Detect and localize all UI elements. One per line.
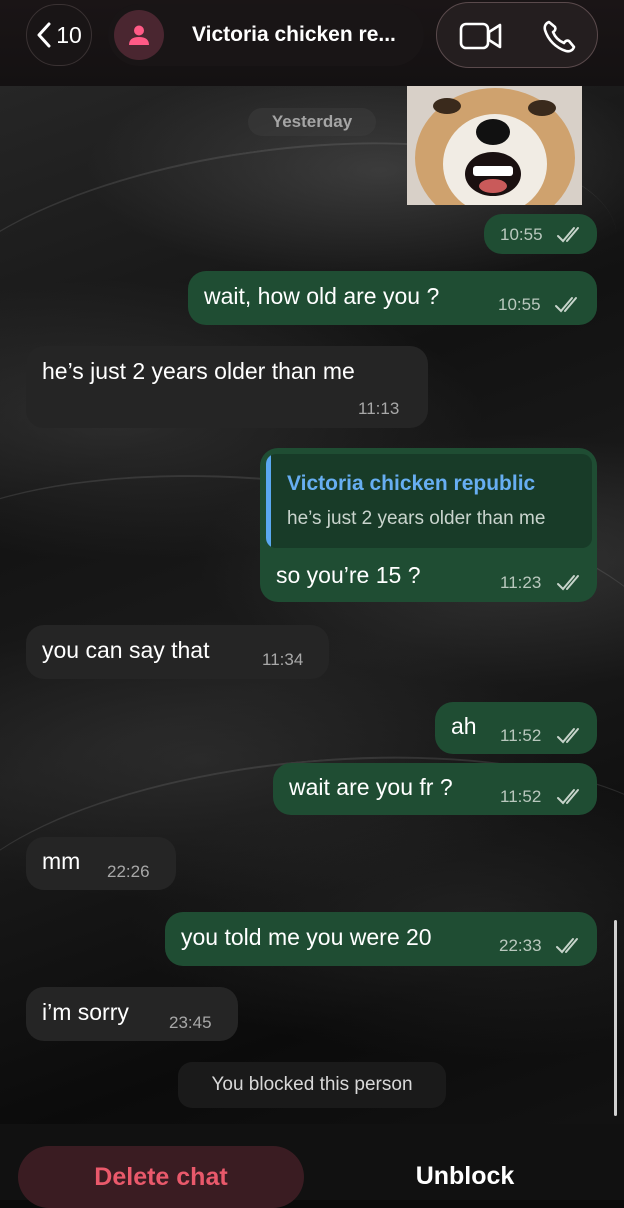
message-bubble[interactable]: he’s just 2 years older than me 11:13 <box>26 346 428 428</box>
message-time: 11:52 <box>500 726 542 745</box>
message-time: 10:55 <box>500 225 543 244</box>
blocked-notice: You blocked this person <box>178 1062 446 1108</box>
message-bubble[interactable]: you told me you were 20 22:33 <box>165 912 597 966</box>
message-bubble[interactable]: i’m sorry 23:45 <box>26 987 238 1041</box>
message-text: mm <box>42 848 81 874</box>
chat-header: 10 Victoria chicken re... <box>0 0 624 86</box>
message-text: you told me you were 20 <box>181 924 432 950</box>
double-check-icon <box>557 575 579 591</box>
message-text: i’m sorry <box>42 999 129 1025</box>
scrollbar[interactable] <box>614 920 617 1116</box>
message-time: 11:23 <box>500 573 542 592</box>
quoted-message[interactable]: Victoria chicken republic he’s just 2 ye… <box>266 454 592 548</box>
message-time: 10:55 <box>498 295 541 314</box>
message-time: 22:26 <box>107 862 150 881</box>
unread-count: 10 <box>56 21 82 48</box>
chat-title: Victoria chicken re... <box>192 23 396 46</box>
date-separator: Yesterday <box>248 108 376 136</box>
double-check-icon <box>556 938 578 954</box>
message-text: wait are you fr ? <box>289 774 453 800</box>
bottom-action-bar: Delete chat Unblock <box>0 1124 624 1208</box>
message-time: 11:52 <box>500 787 542 806</box>
image-message[interactable] <box>407 86 582 205</box>
video-camera-icon[interactable] <box>459 20 503 52</box>
message-time: 11:13 <box>358 399 400 418</box>
message-text: wait, how old are you ? <box>204 283 440 309</box>
person-icon <box>129 25 149 45</box>
quoted-sender: Victoria chicken republic <box>287 472 536 495</box>
chevron-left-icon <box>37 22 51 48</box>
message-bubble[interactable]: mm 22:26 <box>26 837 176 890</box>
message-text: he’s just 2 years older than me <box>42 358 355 384</box>
message-bubble[interactable]: wait are you fr ? 11:52 <box>273 763 597 815</box>
unblock-button[interactable]: Unblock <box>380 1154 550 1198</box>
message-text: so you’re 15 ? <box>276 562 421 588</box>
double-check-icon <box>557 728 579 744</box>
message-time: 22:33 <box>499 936 542 955</box>
quote-bar <box>266 454 271 548</box>
image-message-meta: 10:55 <box>484 214 597 254</box>
avatar[interactable] <box>114 10 164 60</box>
double-check-icon <box>555 297 577 313</box>
dog-photo <box>407 86 582 205</box>
phone-icon[interactable] <box>541 19 577 55</box>
delete-chat-button[interactable]: Delete chat <box>18 1146 304 1208</box>
message-bubble[interactable]: you can say that 11:34 <box>26 625 329 679</box>
message-bubble[interactable]: ah 11:52 <box>435 702 597 754</box>
back-button[interactable]: 10 <box>26 4 92 66</box>
double-check-icon <box>557 227 579 243</box>
double-check-icon <box>557 789 579 805</box>
message-text: ah <box>451 713 477 739</box>
message-time: 23:45 <box>169 1013 212 1032</box>
chat-title-button[interactable]: Victoria chicken re... <box>108 4 424 66</box>
message-text: you can say that <box>42 637 210 663</box>
quoted-text: he’s just 2 years older than me <box>287 508 546 529</box>
call-actions <box>436 2 598 68</box>
message-bubble[interactable]: wait, how old are you ? 10:55 <box>188 271 597 325</box>
message-time: 11:34 <box>262 650 304 669</box>
